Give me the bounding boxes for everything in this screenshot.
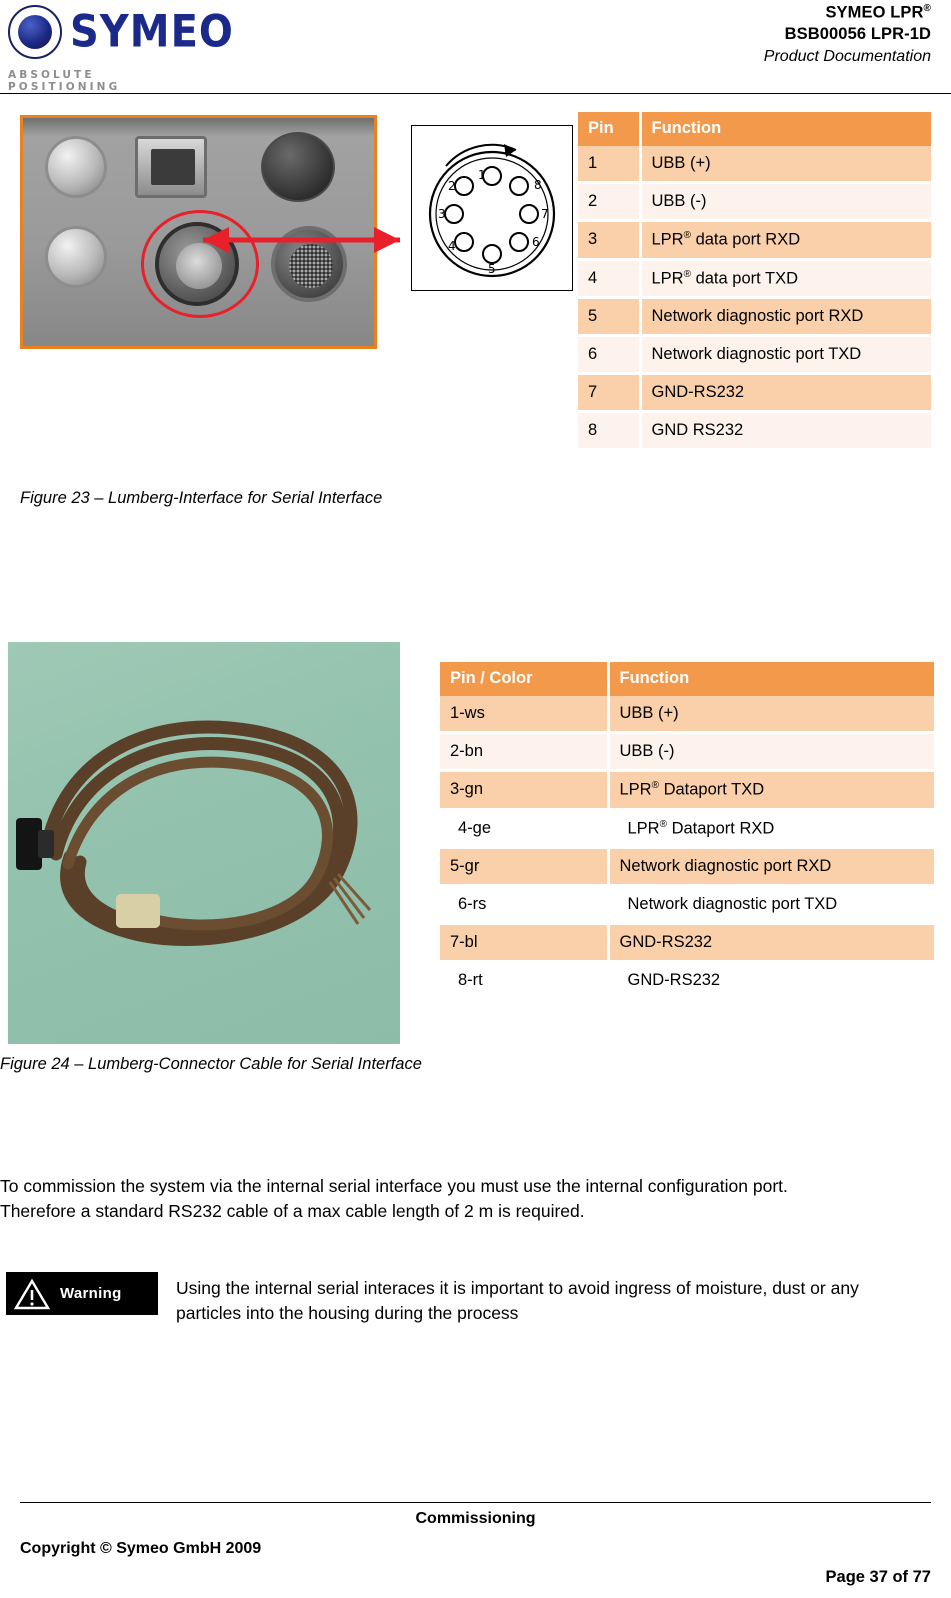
cell-pin-color: 1-ws: [440, 696, 610, 734]
table-row: 4 LPR® data port TXD: [578, 259, 931, 299]
table-row: 1 UBB (+): [578, 146, 931, 184]
footer-section-title: Commissioning: [415, 1510, 536, 1527]
cell-function: UBB (+): [640, 146, 931, 184]
svg-text:7: 7: [541, 207, 549, 221]
cell-pin-color: 3-gn: [440, 770, 610, 811]
table-23-body: 1 UBB (+) 2 UBB (-) 3 LPR® data port RXD 4 LPR®…: [578, 146, 931, 451]
logo-tagline: ABSOLUTE POSITIONING: [8, 69, 121, 93]
n-connector-top-icon: [45, 136, 107, 198]
cell-pin: 2: [578, 182, 642, 222]
product-model: BSB00056 LPR-1D: [784, 25, 931, 44]
cable-photo: [8, 642, 400, 1044]
column-header-pin-color: Pin / Color: [440, 662, 610, 696]
table-row: 5 Network diagnostic port RXD: [578, 297, 931, 337]
cell-pin: 4: [578, 259, 642, 299]
column-header-function: Function: [640, 112, 931, 146]
table-row: 7-bl GND-RS232: [440, 923, 934, 963]
cell-function: LPR® Dataport RXD: [608, 809, 934, 849]
column-header-pin: Pin: [578, 112, 642, 146]
svg-text:4: 4: [448, 239, 456, 253]
table-row: 8-rt GND-RS232: [440, 961, 934, 1001]
page-header: SYMEO ABSOLUTE POSITIONING SYMEO LPR® BS…: [0, 0, 951, 96]
ethernet-port-icon: [135, 136, 207, 198]
svg-text:1: 1: [478, 168, 486, 182]
warning-triangle-icon: [14, 1278, 50, 1309]
cell-pin: 6: [578, 335, 642, 375]
pin-function-table-24: Pin / Color Function 1-ws UBB (+) 2-bn UBB …: [440, 662, 934, 1001]
table-row: 2 UBB (-): [578, 182, 931, 222]
warning-text: Using the internal serial interaces it i…: [176, 1278, 859, 1323]
document-type: Product Documentation: [763, 48, 931, 66]
cell-function: LPR® data port TXD: [640, 259, 931, 299]
footer-copyright: Copyright © Symeo GmbH 2009: [20, 1540, 262, 1557]
figure-23-caption: Figure 23 – Lumberg-Interface for Serial…: [20, 489, 383, 507]
pointer-arrow-icon: [203, 227, 400, 253]
header-divider: [0, 93, 951, 94]
symeo-globe-icon: [8, 5, 62, 59]
cell-function: UBB (-): [608, 732, 934, 772]
page-footer: Commissioning Copyright © Symeo GmbH 200…: [0, 1502, 951, 1598]
symeo-logo: SYMEO ABSOLUTE POSITIONING: [8, 2, 233, 93]
cell-function: GND-RS232: [608, 961, 934, 1001]
cell-pin-color: 4-ge: [440, 809, 610, 849]
table-24-body: 1-ws UBB (+) 2-bn UBB (-) 3-gn LPR® Dataport …: [440, 696, 934, 1001]
warning-badge-label: Warning: [60, 1285, 122, 1302]
table-header-row: Pin Function: [578, 112, 931, 146]
document-title-block: SYMEO LPR® BSB00056 LPR-1D Product Docum…: [764, 2, 931, 67]
cell-function: GND-RS232: [608, 923, 934, 963]
cell-function: Network diagnostic port RXD: [640, 297, 931, 337]
n-connector-bottom-icon: [45, 226, 107, 288]
figure-23-group: 1 8 7 6 5 4 3 2: [20, 115, 575, 349]
cell-function: UBB (+): [608, 696, 934, 734]
cell-function: UBB (-): [640, 182, 931, 222]
cell-pin-color: 7-bl: [440, 923, 610, 963]
svg-text:2: 2: [448, 179, 456, 193]
protective-cap-icon: [261, 132, 335, 202]
cell-pin: 5: [578, 297, 642, 337]
cell-pin-color: 8-rt: [440, 961, 610, 1001]
svg-text:8: 8: [534, 178, 542, 192]
cell-pin: 7: [578, 373, 642, 413]
cell-function: GND-RS232: [640, 373, 931, 413]
table-row: 8 GND RS232: [578, 411, 931, 451]
svg-text:3: 3: [438, 207, 446, 221]
cell-function: Network diagnostic port TXD: [640, 335, 931, 375]
table-row: 5-gr Network diagnostic port RXD: [440, 847, 934, 887]
table-row: 6-rs Network diagnostic port TXD: [440, 885, 934, 925]
figure-24-caption: Figure 24 – Lumberg-Connector Cable for …: [0, 1055, 422, 1073]
table-row: 7 GND-RS232: [578, 373, 931, 413]
table-row: 3 LPR® data port RXD: [578, 220, 931, 261]
pin-function-table-23: Pin Function 1 UBB (+) 2 UBB (-) 3 LPR® data …: [578, 112, 931, 451]
column-header-function: Function: [608, 662, 934, 696]
svg-text:6: 6: [532, 235, 540, 249]
table-row: 4-ge LPR® Dataport RXD: [440, 809, 934, 849]
registered-mark: ®: [923, 3, 931, 14]
table-row: 1-ws UBB (+): [440, 696, 934, 734]
cell-pin: 8: [578, 411, 642, 451]
cell-pin-color: 5-gr: [440, 847, 610, 887]
cell-pin-color: 6-rs: [440, 885, 610, 925]
pinout-diagram: 1 8 7 6 5 4 3 2: [411, 125, 573, 291]
table-row: 6 Network diagnostic port TXD: [578, 335, 931, 375]
cell-function: Network diagnostic port RXD: [608, 847, 934, 887]
warning-badge: Warning: [6, 1272, 158, 1315]
cell-pin-color: 2-bn: [440, 732, 610, 772]
cell-pin: 1: [578, 146, 642, 184]
logo-wordmark: SYMEO: [70, 6, 234, 58]
cell-function: GND RS232: [640, 411, 931, 451]
table-row: 3-gn LPR® Dataport TXD: [440, 770, 934, 811]
cell-pin: 3: [578, 220, 642, 261]
footer-page-number: Page 37 of 77: [825, 1568, 931, 1586]
cell-function: Network diagnostic port TXD: [608, 885, 934, 925]
product-name: SYMEO LPR®: [825, 3, 931, 22]
table-header-row: Pin / Color Function: [440, 662, 934, 696]
svg-text:5: 5: [488, 262, 496, 276]
footer-divider: [20, 1502, 931, 1503]
table-row: 2-bn UBB (-): [440, 732, 934, 772]
cell-function: LPR® data port RXD: [640, 220, 931, 261]
cell-function: LPR® Dataport TXD: [608, 770, 934, 811]
commissioning-paragraph: To commission the system via the interna…: [0, 1176, 788, 1221]
